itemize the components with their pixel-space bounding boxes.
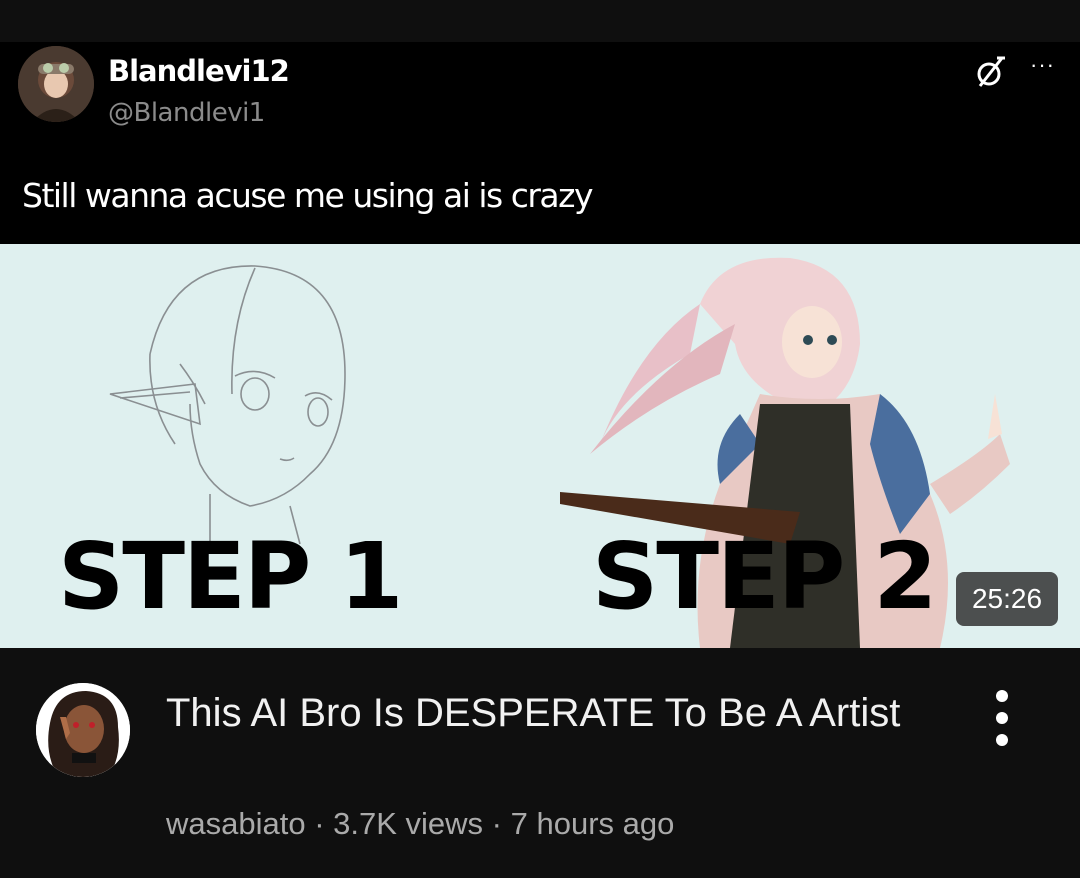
more-horizontal-icon: ··· [1030, 52, 1055, 77]
video-duration-badge: 25:26 [956, 572, 1058, 626]
video-metadata: wasabiato · 3.7K views · 7 hours ago [166, 806, 674, 842]
video-title[interactable]: This AI Bro Is DESPERATE To Be A Artist [166, 686, 926, 740]
embedded-tweet: Blandlevi12 @Blandlevi1 ··· Still wanna … [0, 42, 1080, 244]
more-vertical-icon[interactable] [984, 690, 1020, 746]
tweet-text: Still wanna acuse me using ai is crazy [22, 176, 593, 215]
upload-age: 7 hours ago [510, 806, 675, 841]
channel-name[interactable]: wasabiato [166, 806, 306, 841]
step1-label: STEP 1 [58, 523, 401, 630]
channel-avatar[interactable] [36, 683, 130, 777]
tweet-avatar [18, 46, 94, 122]
step2-label: STEP 2 [592, 523, 935, 630]
tweet-display-name: Blandlevi12 [108, 54, 290, 88]
x-platform-icon [977, 56, 1005, 87]
thumbnail-artwork: STEP 1 STEP 2 [0, 244, 1080, 648]
tweet-handle: @Blandlevi1 [108, 98, 265, 128]
view-count: 3.7K views [333, 806, 484, 841]
meta-separator: · [483, 806, 511, 841]
meta-separator: · [305, 806, 334, 841]
video-thumbnail[interactable]: Blandlevi12 @Blandlevi1 ··· Still wanna … [0, 42, 1080, 648]
